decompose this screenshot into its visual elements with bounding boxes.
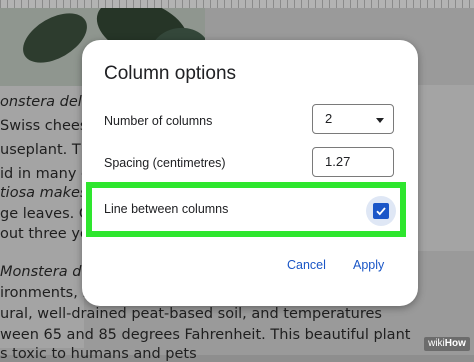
number-of-columns-value: 2	[325, 111, 333, 126]
checkbox-ripple	[366, 196, 396, 226]
doc-line: s toxic to humans and pets	[0, 346, 197, 362]
doc-line: ural, well-drained peat-based soil, and …	[0, 306, 382, 322]
apply-button[interactable]: Apply	[353, 258, 384, 272]
checkmark-icon	[376, 207, 386, 216]
ruler	[0, 0, 474, 8]
number-of-columns-label: Number of columns	[104, 114, 213, 128]
dropdown-caret-icon	[376, 118, 384, 123]
number-of-columns-select[interactable]: 2	[312, 104, 394, 134]
doc-line: ween 65 and 85 degrees Fahrenheit. This …	[0, 327, 411, 343]
spacing-label: Spacing (centimetres)	[104, 156, 226, 170]
spacing-input[interactable]: 1.27	[312, 147, 394, 177]
column-options-dialog: Column options Number of columns 2 Spaci…	[82, 40, 418, 306]
spacing-value: 1.27	[325, 154, 351, 169]
line-between-columns-checkbox[interactable]	[373, 203, 389, 219]
wikihow-watermark: wikiHow	[424, 337, 470, 351]
cancel-button[interactable]: Cancel	[287, 258, 326, 272]
line-between-columns-label: Line between columns	[104, 202, 229, 216]
dialog-title: Column options	[104, 63, 237, 84]
line-between-columns-row[interactable]: Line between columns	[86, 182, 406, 237]
